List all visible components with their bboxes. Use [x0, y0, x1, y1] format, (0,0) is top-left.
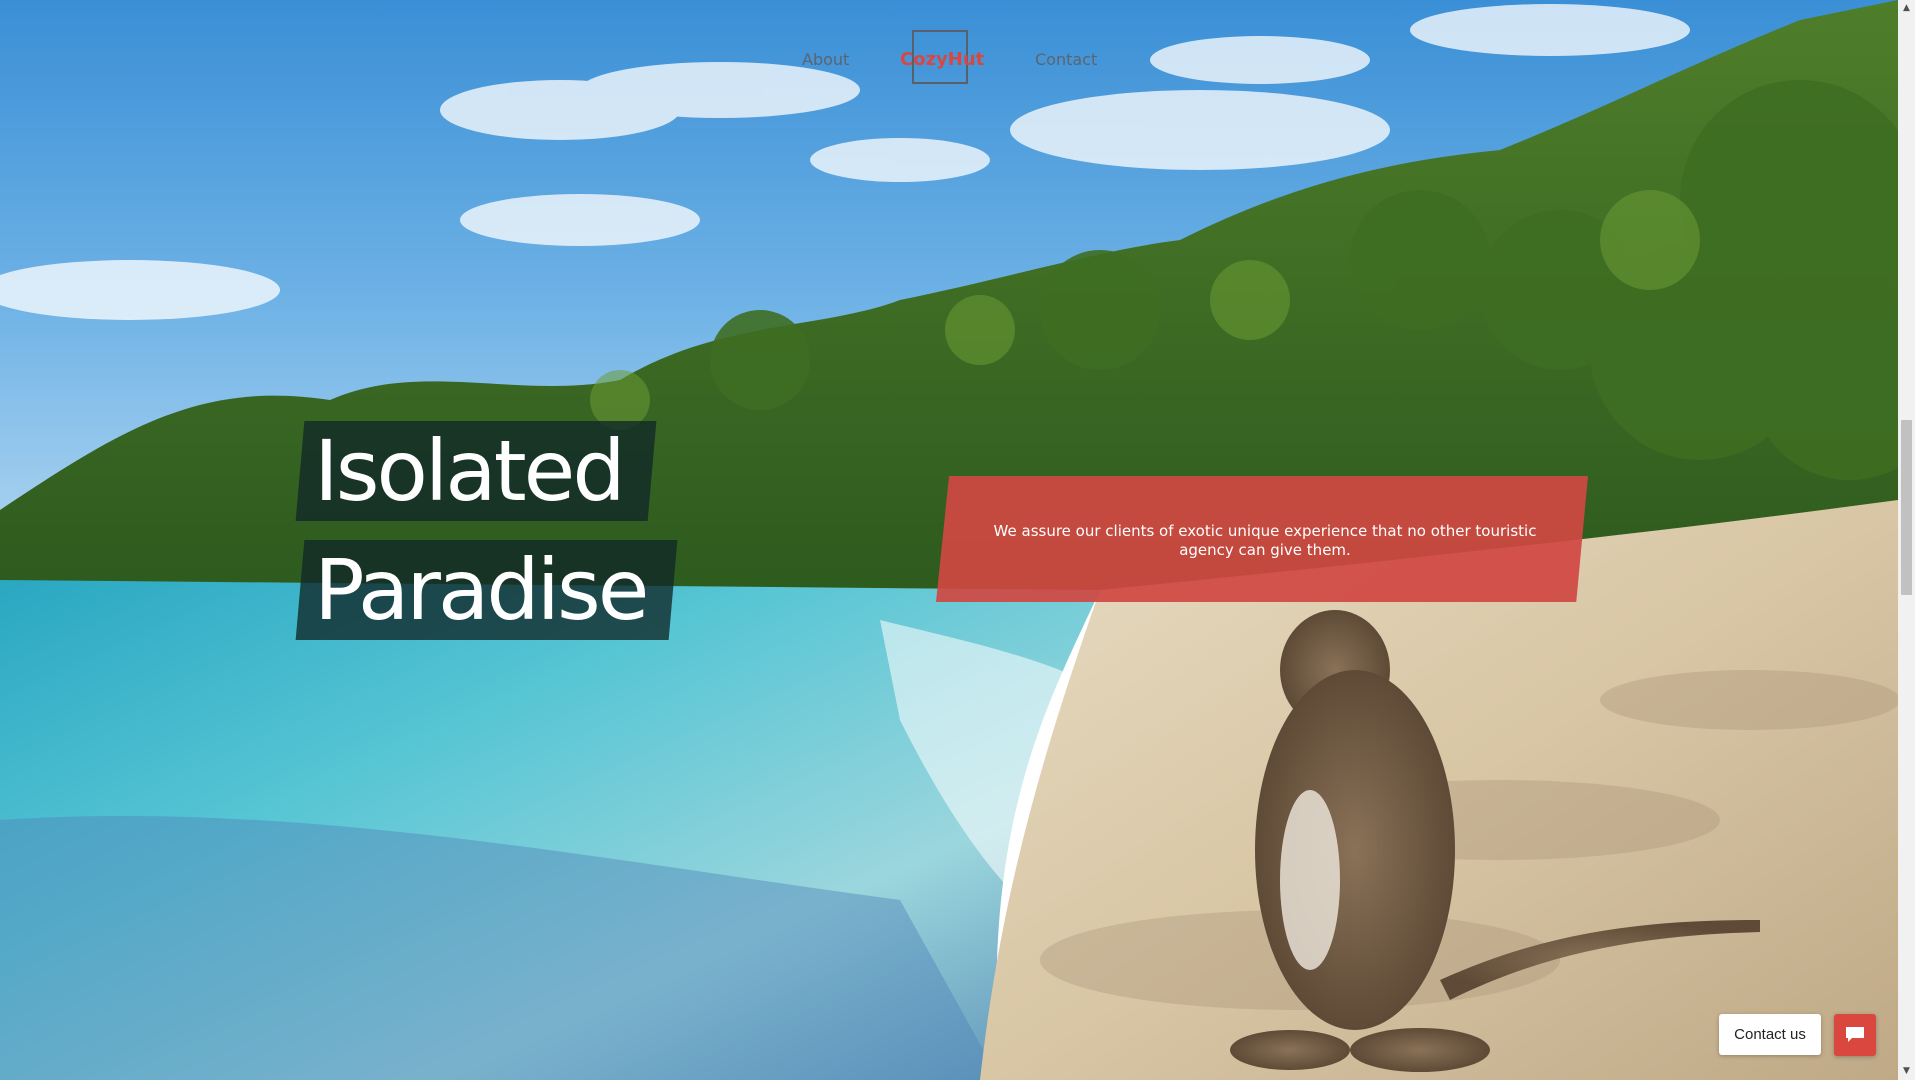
- top-nav: About CozyHut Contact: [0, 30, 1898, 88]
- scroll-up-arrow-icon[interactable]: ▲: [1898, 0, 1915, 17]
- page-scrollbar[interactable]: ▲ ▼: [1898, 0, 1915, 1080]
- hero-headline-line1: Isolated: [314, 422, 626, 520]
- nav-link-about[interactable]: About: [802, 50, 849, 69]
- brand-logo[interactable]: CozyHut: [900, 49, 984, 70]
- nav-link-contact[interactable]: Contact: [1035, 50, 1097, 69]
- tagline-text: We assure our clients of exotic unique e…: [993, 522, 1537, 559]
- chat-button[interactable]: [1834, 1014, 1876, 1056]
- scrollbar-thumb[interactable]: [1901, 420, 1912, 595]
- scroll-down-arrow-icon[interactable]: ▼: [1898, 1063, 1915, 1080]
- hero-headline-line2: Paradise: [314, 541, 649, 639]
- contact-us-button[interactable]: Contact us: [1719, 1014, 1821, 1055]
- page: About CozyHut Contact Isolated Paradise …: [0, 0, 1915, 1080]
- chat-bubble-icon: [1846, 1027, 1864, 1042]
